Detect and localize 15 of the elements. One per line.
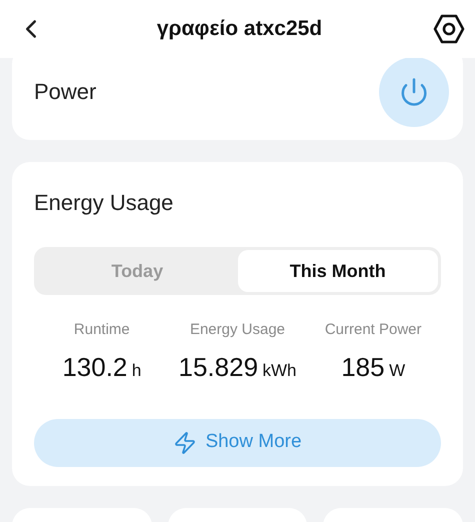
stat-label: Runtime [74,320,130,340]
page-title: γραφείο atxc25d [156,16,322,42]
stat-value: 185 W [341,350,406,384]
show-more-button[interactable]: Show More [34,418,441,466]
period-tab[interactable]: This Month [238,250,438,292]
power-label: Power [34,78,96,106]
stat-label: Current Power [324,320,422,340]
lightning-icon [173,430,198,454]
stat-value: 130.2 h [62,350,142,384]
section-title: Energy Usage [34,189,174,217]
power-icon [399,77,429,107]
settings-icon[interactable] [432,13,465,45]
stat-value: 15.829 kWh [178,350,296,384]
stat-label: Energy Usage [190,320,286,340]
period-tab[interactable]: Today [37,250,238,292]
